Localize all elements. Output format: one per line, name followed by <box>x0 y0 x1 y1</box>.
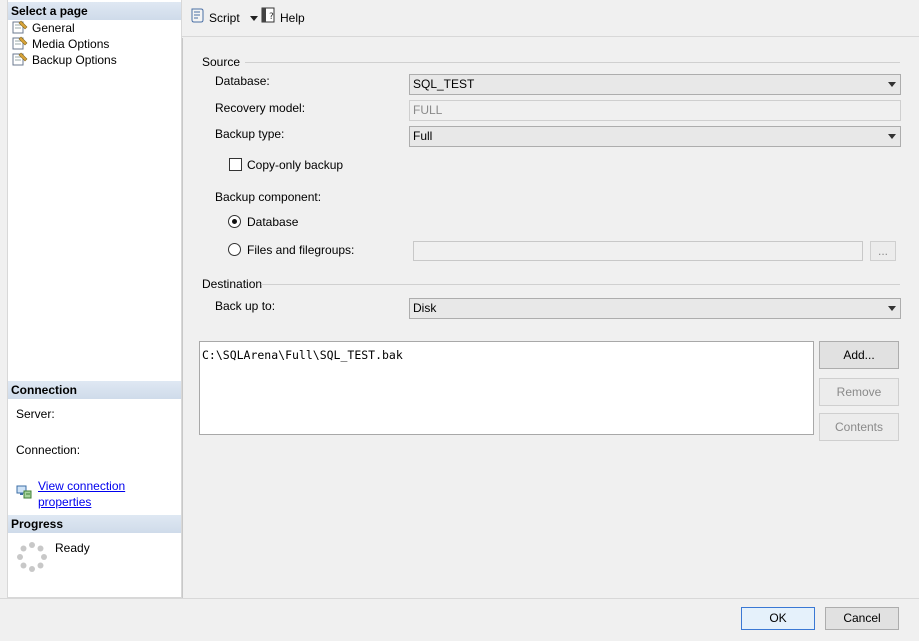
page-item-label: General <box>32 21 75 35</box>
contents-button[interactable]: Contents <box>819 413 899 441</box>
progress-status: Ready <box>55 541 90 555</box>
recovery-model-label: Recovery model: <box>215 101 306 115</box>
chevron-down-icon <box>888 82 896 87</box>
backup-component-label: Backup component: <box>215 190 322 204</box>
chevron-down-icon <box>888 134 896 139</box>
remove-button[interactable]: Remove <box>819 378 899 406</box>
toolbar: Script ? Help <box>182 0 919 37</box>
page-wrench-icon <box>12 20 28 34</box>
list-item[interactable]: C:\SQLArena\Full\SQL_TEST.bak <box>202 348 811 362</box>
database-value: SQL_TEST <box>413 77 475 91</box>
progress-header: Progress <box>8 515 181 533</box>
page-wrench-icon <box>12 36 28 50</box>
back-up-to-value: Disk <box>413 301 437 315</box>
source-divider <box>245 62 900 63</box>
page-wrench-icon <box>12 52 28 66</box>
connection-label: Connection: <box>16 443 81 457</box>
component-files-label: Files and filegroups: <box>247 243 355 257</box>
script-button[interactable]: Script <box>189 8 258 28</box>
left-pane: Select a page General Media Options Back… <box>7 0 182 598</box>
connection-properties-icon <box>16 484 32 504</box>
help-button[interactable]: ? Help <box>260 7 305 29</box>
script-label: Script <box>209 11 240 25</box>
select-page-header: Select a page <box>8 2 181 20</box>
database-label: Database: <box>215 74 270 88</box>
general-page-content: Source Database: SQL_TEST Recovery model… <box>182 38 919 598</box>
back-up-to-combo[interactable]: Disk <box>409 298 901 319</box>
connection-header: Connection <box>8 381 181 399</box>
backup-type-combo[interactable]: Full <box>409 126 901 147</box>
browse-filegroups-button[interactable]: ... <box>870 241 896 261</box>
ok-button[interactable]: OK <box>741 607 815 630</box>
destination-divider <box>261 284 900 285</box>
copy-only-checkbox[interactable] <box>229 158 242 171</box>
page-item-media-options[interactable]: Media Options <box>12 36 109 52</box>
copy-only-label: Copy-only backup <box>247 158 344 172</box>
backup-type-label: Backup type: <box>215 127 285 141</box>
component-database-label: Database <box>247 215 299 229</box>
recovery-model-field: FULL <box>409 100 901 121</box>
page-item-label: Media Options <box>32 37 110 51</box>
help-icon: ? <box>260 7 276 29</box>
source-group-label: Source <box>202 55 241 69</box>
component-files-radio[interactable] <box>228 243 241 256</box>
view-connection-link[interactable]: View connection properties <box>38 478 181 510</box>
page-item-general[interactable]: General <box>12 20 75 36</box>
help-label: Help <box>280 11 305 25</box>
component-database-radio[interactable] <box>228 215 241 228</box>
destination-group-label: Destination <box>202 277 263 291</box>
back-up-to-label: Back up to: <box>215 299 276 313</box>
database-combo[interactable]: SQL_TEST <box>409 74 901 95</box>
server-label: Server: <box>16 407 55 421</box>
chevron-down-icon <box>888 306 896 311</box>
page-item-label: Backup Options <box>32 53 117 67</box>
script-icon <box>189 7 205 29</box>
destination-list[interactable]: C:\SQLArena\Full\SQL_TEST.bak <box>199 341 814 435</box>
cancel-button[interactable]: Cancel <box>825 607 899 630</box>
view-connection-properties[interactable]: View connection properties <box>16 478 181 510</box>
chevron-down-icon[interactable] <box>249 15 258 21</box>
filegroups-field <box>413 241 863 261</box>
dialog-footer: OK Cancel <box>0 598 919 641</box>
svg-text:?: ? <box>269 12 274 22</box>
add-button[interactable]: Add... <box>819 341 899 369</box>
backup-type-value: Full <box>413 129 433 143</box>
page-item-backup-options[interactable]: Backup Options <box>12 52 117 68</box>
progress-spinner-icon <box>16 541 48 576</box>
